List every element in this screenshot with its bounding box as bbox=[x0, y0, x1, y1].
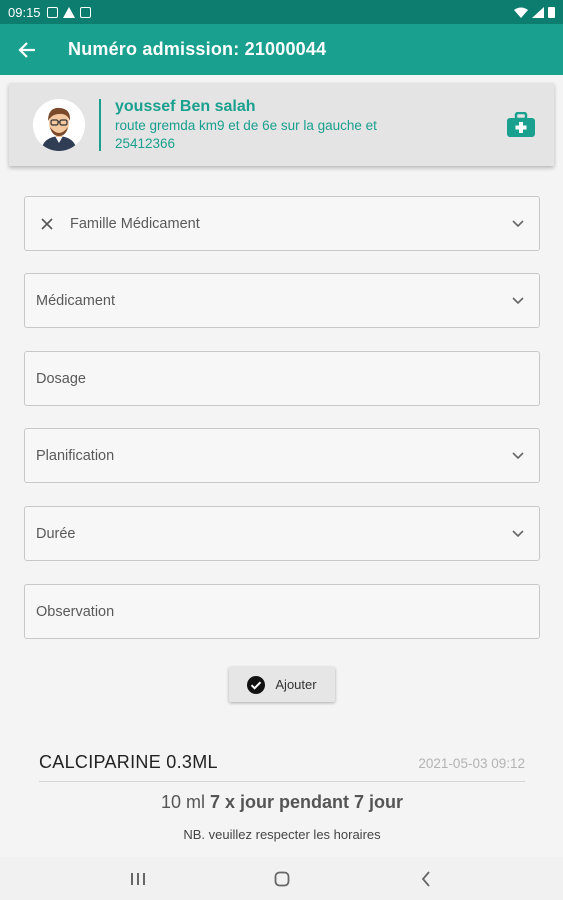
clear-icon[interactable] bbox=[36, 213, 58, 235]
patient-info: youssef Ben salah route gremda km9 et de… bbox=[115, 97, 506, 153]
app-bar: Numéro admission: 21000044 bbox=[0, 24, 563, 75]
prescription-date: 2021-05-03 09:12 bbox=[418, 756, 525, 771]
gallery-icon bbox=[46, 6, 58, 18]
notification-icons bbox=[46, 6, 91, 18]
prescription-item: CALCIPARINE 0.3ML 2021-05-03 09:12 10 ml… bbox=[39, 752, 525, 842]
patient-avatar bbox=[33, 98, 85, 151]
status-time: 09:15 bbox=[8, 4, 41, 20]
battery-icon bbox=[548, 7, 555, 18]
app-notification-icon bbox=[79, 6, 91, 18]
famille-medicament-select[interactable]: Famille Médicament bbox=[24, 196, 540, 251]
dose-amount: 10 ml bbox=[160, 792, 205, 812]
home-icon bbox=[274, 871, 289, 886]
observation-label: Observation bbox=[36, 603, 115, 620]
dose-frequency: 7 x jour pendant 7 jour bbox=[210, 792, 404, 812]
patient-name: youssef Ben salah bbox=[115, 97, 256, 115]
chevron-down-icon bbox=[509, 525, 527, 543]
home-button[interactable] bbox=[262, 859, 302, 899]
wifi-icon bbox=[514, 7, 528, 18]
patient-address: route gremda km9 et de 6e sur la gauche … bbox=[115, 117, 377, 133]
chevron-down-icon bbox=[509, 447, 527, 465]
observation-input[interactable]: Observation bbox=[24, 584, 540, 639]
medicament-select[interactable]: Médicament bbox=[24, 273, 540, 328]
avatar-illustration bbox=[33, 98, 85, 151]
check-circle-icon bbox=[247, 675, 266, 694]
medical-kit-icon[interactable] bbox=[506, 111, 536, 138]
duree-label: Durée bbox=[36, 525, 76, 542]
status-bar: 09:15 bbox=[0, 0, 563, 24]
add-button[interactable]: Ajouter bbox=[229, 667, 335, 702]
page-title: Numéro admission: 21000044 bbox=[68, 39, 327, 59]
planification-select[interactable]: Planification bbox=[24, 428, 540, 483]
arrow-back-icon bbox=[18, 41, 35, 58]
add-button-label: Ajouter bbox=[275, 677, 317, 692]
back-nav-icon bbox=[421, 870, 430, 887]
recent-apps-button[interactable] bbox=[118, 859, 158, 899]
prescription-header: CALCIPARINE 0.3ML 2021-05-03 09:12 bbox=[39, 752, 525, 782]
patient-card: youssef Ben salah route gremda km9 et de… bbox=[9, 83, 554, 166]
chevron-down-icon bbox=[509, 292, 527, 310]
prescription-name: CALCIPARINE 0.3ML bbox=[39, 752, 218, 772]
back-button[interactable] bbox=[0, 24, 54, 75]
prescription-dose: 10 ml 7 x jour pendant 7 jour bbox=[39, 792, 525, 813]
signal-icon bbox=[532, 6, 544, 18]
dosage-input[interactable]: Dosage bbox=[24, 351, 540, 406]
card-divider bbox=[99, 98, 101, 151]
famille-medicament-label: Famille Médicament bbox=[70, 215, 200, 232]
system-icons bbox=[514, 6, 555, 18]
prescription-note: NB. veuillez respecter les horaires bbox=[183, 827, 381, 842]
duree-select[interactable]: Durée bbox=[24, 506, 540, 561]
planification-label: Planification bbox=[36, 447, 115, 464]
chevron-down-icon bbox=[509, 215, 527, 233]
recent-apps-icon bbox=[130, 872, 145, 885]
dosage-label: Dosage bbox=[36, 370, 86, 387]
back-nav-button[interactable] bbox=[406, 859, 446, 899]
warning-icon bbox=[62, 6, 75, 18]
medicament-label: Médicament bbox=[36, 292, 115, 309]
patient-phone: 25412366 bbox=[115, 135, 176, 151]
system-nav-bar bbox=[0, 857, 563, 900]
